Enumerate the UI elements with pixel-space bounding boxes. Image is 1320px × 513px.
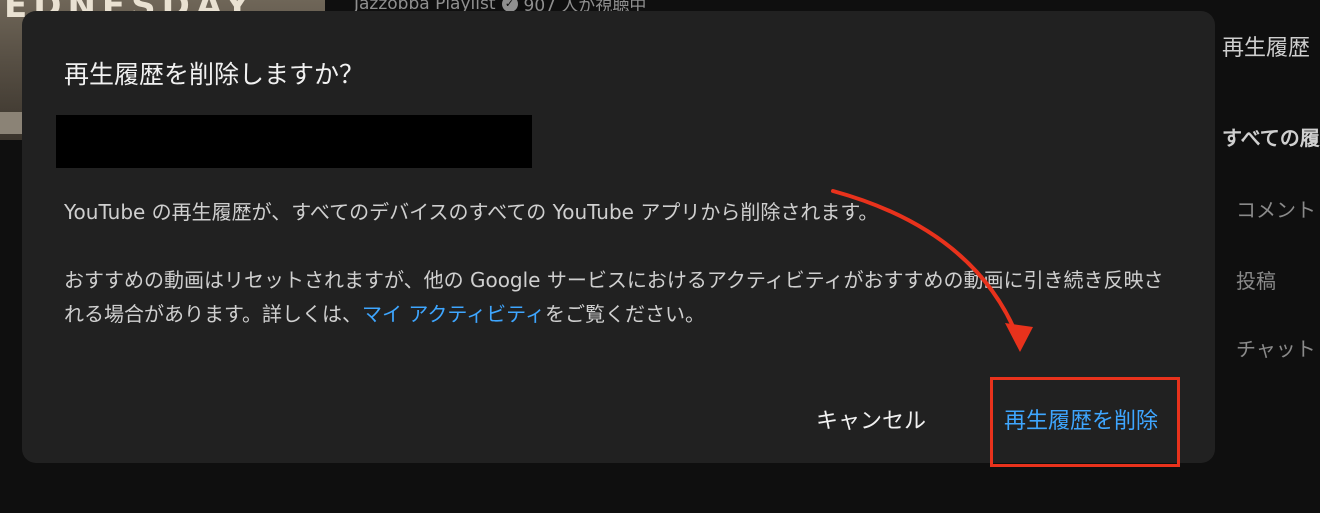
- history-type-posts[interactable]: 投稿: [1236, 265, 1276, 294]
- dialog-body-line2: おすすめの動画はリセットされますが、他の Google サービスにおけるアクティ…: [64, 263, 1174, 331]
- cancel-button[interactable]: キャンセル: [816, 403, 926, 435]
- redacted-account-info: [56, 115, 532, 168]
- dialog-body: YouTube の再生履歴が、すべてのデバイスのすべての YouTube アプリ…: [64, 195, 1174, 331]
- verified-check-icon: ✓: [501, 0, 518, 12]
- history-sidebar: 再生履歴 すべての履 コメント 投稿 チャット: [1222, 0, 1320, 513]
- annotation-highlight-box: [990, 377, 1180, 467]
- history-type-heading: すべての履: [1222, 126, 1320, 150]
- history-type-comments[interactable]: コメント: [1236, 194, 1316, 223]
- dialog-body-text-end: をご覧ください。: [544, 302, 705, 326]
- dialog-body-line1: YouTube の再生履歴が、すべてのデバイスのすべての YouTube アプリ…: [64, 200, 879, 224]
- history-title: 再生履歴: [1222, 36, 1311, 61]
- my-activity-link[interactable]: マイ アクティビティ: [362, 302, 545, 326]
- history-type-chat[interactable]: チャット: [1236, 333, 1316, 362]
- dialog-title: 再生履歴を削除しますか？: [64, 60, 365, 89]
